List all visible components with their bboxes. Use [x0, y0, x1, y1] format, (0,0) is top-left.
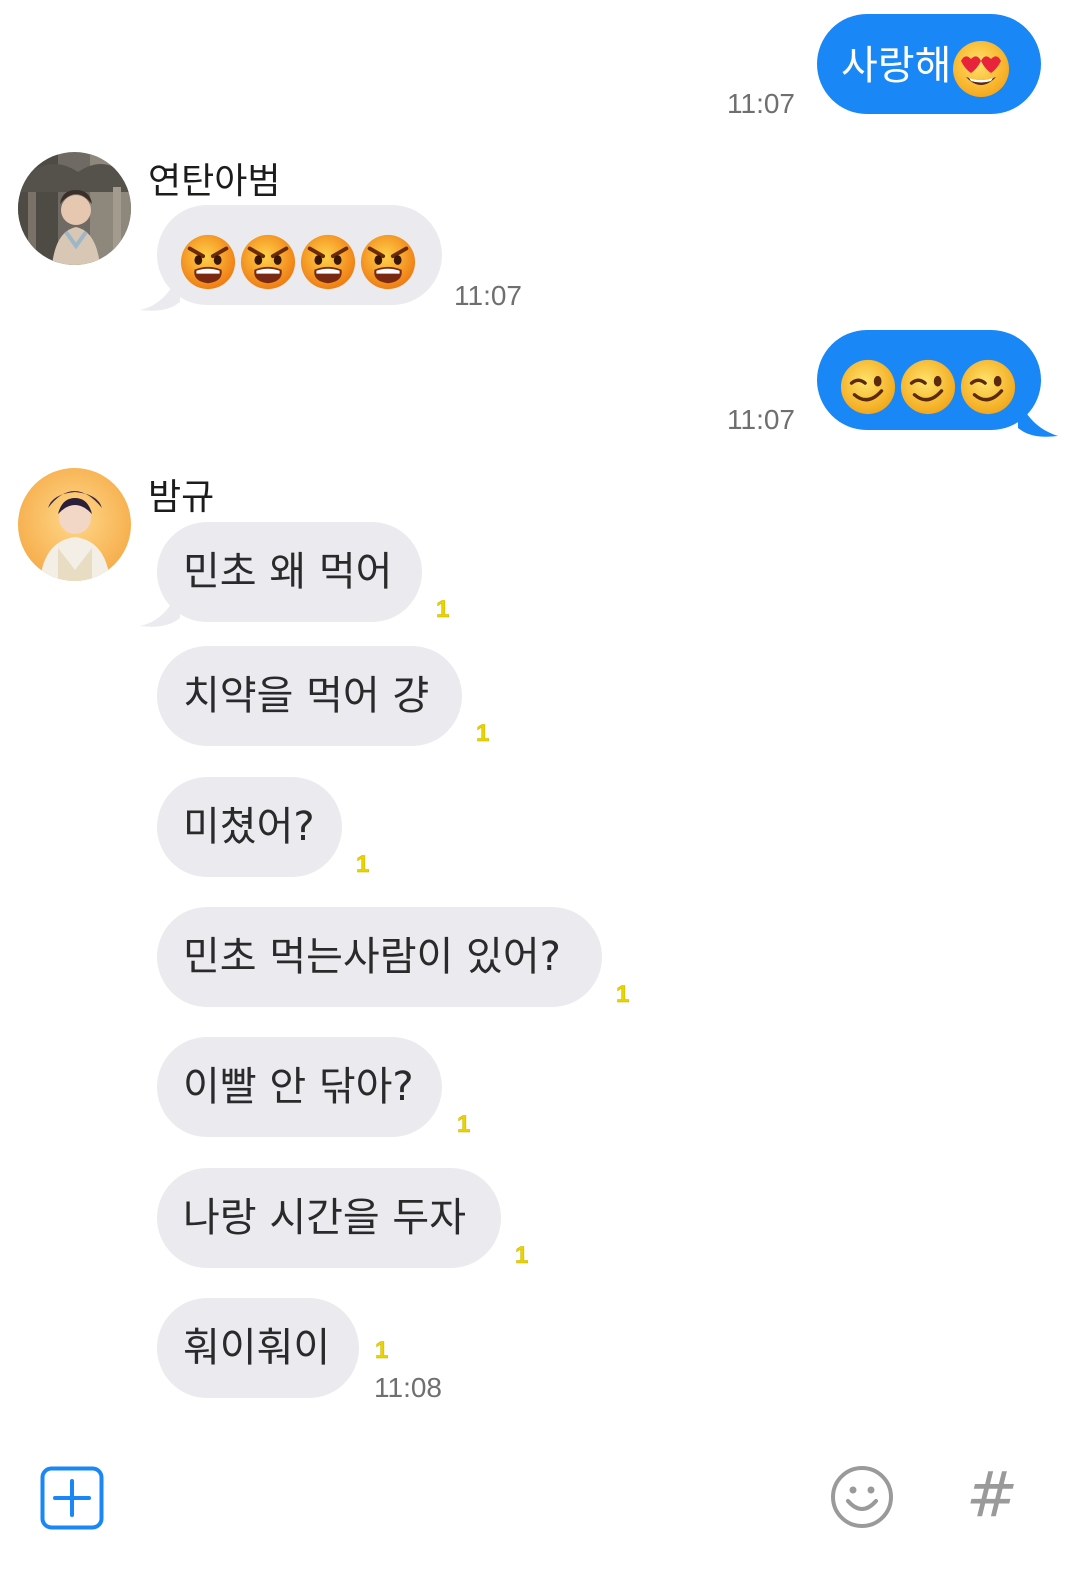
message-time: 11:07 — [454, 280, 522, 311]
incoming-message-bubble[interactable]: 민초 왜 먹어 — [157, 522, 422, 622]
incoming-message-bubble[interactable]: 치약을 먹어 걍 — [157, 646, 462, 746]
unread-count-badge: 1 — [375, 1337, 389, 1365]
bubble-tail — [1018, 398, 1058, 437]
hashtag-icon: # — [966, 1458, 1018, 1531]
unread-count-badge: 1 — [457, 1111, 471, 1139]
avatar[interactable] — [18, 152, 131, 265]
unread-count-badge: 1 — [515, 1242, 529, 1270]
avatar[interactable] — [18, 468, 131, 581]
angry-face-icon — [239, 228, 297, 290]
smiley-icon — [831, 1466, 893, 1528]
angry-face-icon — [299, 228, 357, 290]
incoming-message-bubble[interactable]: 훠이훠이 — [157, 1298, 359, 1398]
unread-count-badge: 1 — [356, 851, 370, 879]
outgoing-message-bubble[interactable]: 사랑해 — [817, 14, 1041, 114]
incoming-message-bubble[interactable] — [157, 205, 442, 305]
winking-face-icon — [839, 353, 897, 415]
message-time: 11:07 — [727, 88, 795, 119]
message-text: 미쳤어? — [183, 804, 315, 850]
winking-face-group — [839, 357, 1019, 415]
angry-face-group — [179, 232, 419, 290]
plus-square-icon — [40, 1466, 104, 1530]
message-text: 민초 먹는사람이 있어? — [183, 934, 561, 980]
heart-eyes-face-icon — [951, 36, 1011, 97]
sender-name: 연탄아범 — [148, 161, 281, 202]
message-text: 훠이훠이 — [183, 1325, 331, 1371]
message-text: 이빨 안 닦아? — [183, 1064, 414, 1110]
message-text: 치약을 먹어 걍 — [183, 673, 430, 719]
message-text: 나랑 시간을 두자 — [183, 1195, 467, 1241]
incoming-message-bubble[interactable]: 미쳤어? — [157, 777, 342, 877]
message-text: 민초 왜 먹어 — [183, 549, 393, 595]
hashtag-search-button[interactable]: # — [966, 1460, 1026, 1530]
winking-face-icon — [959, 353, 1017, 415]
message-text: 사랑해 — [841, 43, 952, 89]
sender-name: 밤규 — [148, 477, 215, 518]
outgoing-message-bubble[interactable] — [817, 330, 1041, 430]
add-attachment-button[interactable] — [40, 1466, 104, 1530]
incoming-message-bubble[interactable]: 나랑 시간을 두자 — [157, 1168, 501, 1268]
message-time: 11:08 — [374, 1372, 442, 1403]
angry-face-icon — [179, 228, 237, 290]
message-time: 11:07 — [727, 404, 795, 435]
incoming-message-bubble[interactable]: 이빨 안 닦아? — [157, 1037, 442, 1137]
winking-face-icon — [899, 353, 957, 415]
emoji-button[interactable] — [830, 1465, 894, 1529]
unread-count-badge: 1 — [476, 720, 490, 748]
unread-count-badge: 1 — [436, 596, 450, 624]
angry-face-icon — [359, 228, 417, 290]
incoming-message-bubble[interactable]: 민초 먹는사람이 있어? — [157, 907, 602, 1007]
unread-count-badge: 1 — [616, 981, 630, 1009]
